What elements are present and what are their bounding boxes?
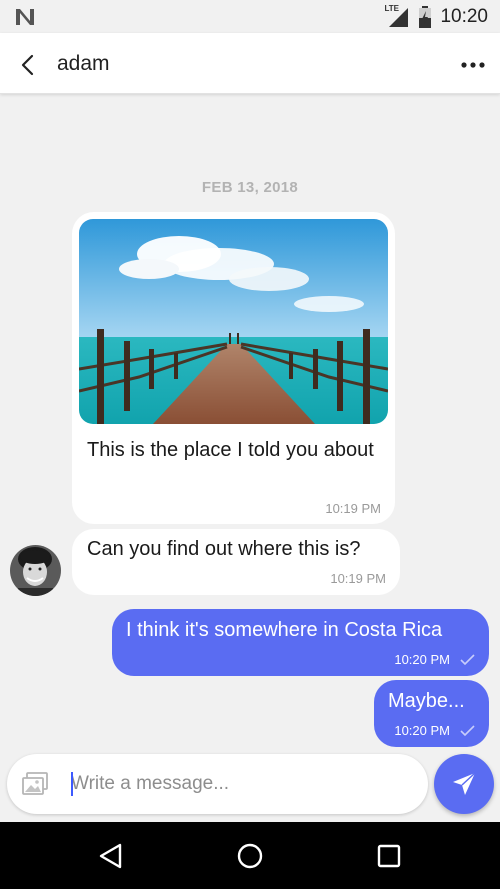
avatar-adam[interactable] <box>10 545 61 596</box>
message-input[interactable] <box>71 767 411 801</box>
status-time: 10:20 <box>440 6 488 27</box>
nav-recents-icon[interactable] <box>372 839 406 873</box>
message-bubble-outgoing[interactable]: I think it's somewhere in Costa Rica 10:… <box>112 609 489 676</box>
message-time: 10:19 PM <box>325 501 381 516</box>
more-vert-icon[interactable] <box>460 55 486 75</box>
send-icon <box>453 772 476 795</box>
system-nav-bar <box>0 822 500 889</box>
notification-n-icon <box>16 9 34 25</box>
message-time: 10:20 PM <box>394 652 450 667</box>
message-time: 10:20 PM <box>394 723 450 738</box>
conversation-title: adam <box>57 52 110 75</box>
message-time: 10:19 PM <box>330 571 386 586</box>
message-text: I think it's somewhere in Costa Rica <box>126 619 443 641</box>
message-text: Can you find out where this is? <box>87 538 361 560</box>
status-right: LTE 10:20 <box>384 4 488 30</box>
image-icon[interactable] <box>21 771 49 797</box>
message-meta: 10:20 PM <box>394 652 475 667</box>
date-divider: FEB 13, 2018 <box>201 179 299 196</box>
message-meta: 10:19 PM <box>330 571 386 586</box>
message-bubble-incoming[interactable]: This is the place I told you about 10:19… <box>72 212 395 524</box>
message-text: This is the place I told you about <box>87 439 374 461</box>
app-bar: adam <box>0 33 500 94</box>
pier-photo[interactable] <box>79 219 388 424</box>
message-bubble-incoming[interactable]: Can you find out where this is? 10:19 PM <box>72 529 400 595</box>
check-icon <box>460 724 475 736</box>
text-caret <box>71 772 73 796</box>
signal-icon: LTE <box>384 4 410 28</box>
send-button[interactable] <box>434 754 494 814</box>
message-bubble-outgoing[interactable]: Maybe... 10:20 PM <box>374 680 489 747</box>
battery-icon <box>419 6 432 28</box>
status-bar: LTE 10:20 <box>0 0 500 33</box>
message-text: Maybe... <box>388 690 465 712</box>
nav-back-icon[interactable] <box>94 839 128 873</box>
nav-home-icon[interactable] <box>233 839 267 873</box>
back-arrow-icon[interactable] <box>14 51 42 79</box>
message-meta: 10:20 PM <box>394 723 475 738</box>
message-meta: 10:19 PM <box>325 501 381 516</box>
check-icon <box>460 653 475 665</box>
